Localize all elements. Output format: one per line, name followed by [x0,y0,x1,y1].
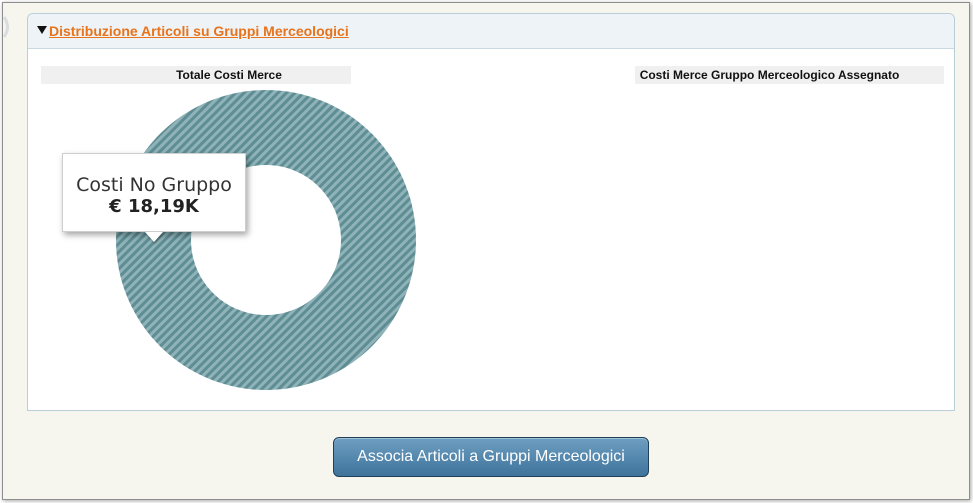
tooltip-value: € 18,19K [109,196,199,217]
distribution-panel: Distribuzione Articoli su Gruppi Merceol… [27,13,955,411]
chart-tooltip: Costi No Gruppo € 18,19K [62,153,246,242]
right-chart-title: Costi Merce Gruppo Merceologico Assegnat… [635,66,944,84]
window-frame: Distribuzione Articoli su Gruppi Merceol… [2,2,970,500]
left-chart-title: Totale Costi Merce [41,66,351,84]
associate-articles-button[interactable]: Associa Articoli a Gruppi Merceologici [333,437,649,477]
tooltip-label: Costi No Gruppo [76,174,232,196]
tooltip-pointer [145,232,163,242]
edge-handle-icon [3,16,9,38]
